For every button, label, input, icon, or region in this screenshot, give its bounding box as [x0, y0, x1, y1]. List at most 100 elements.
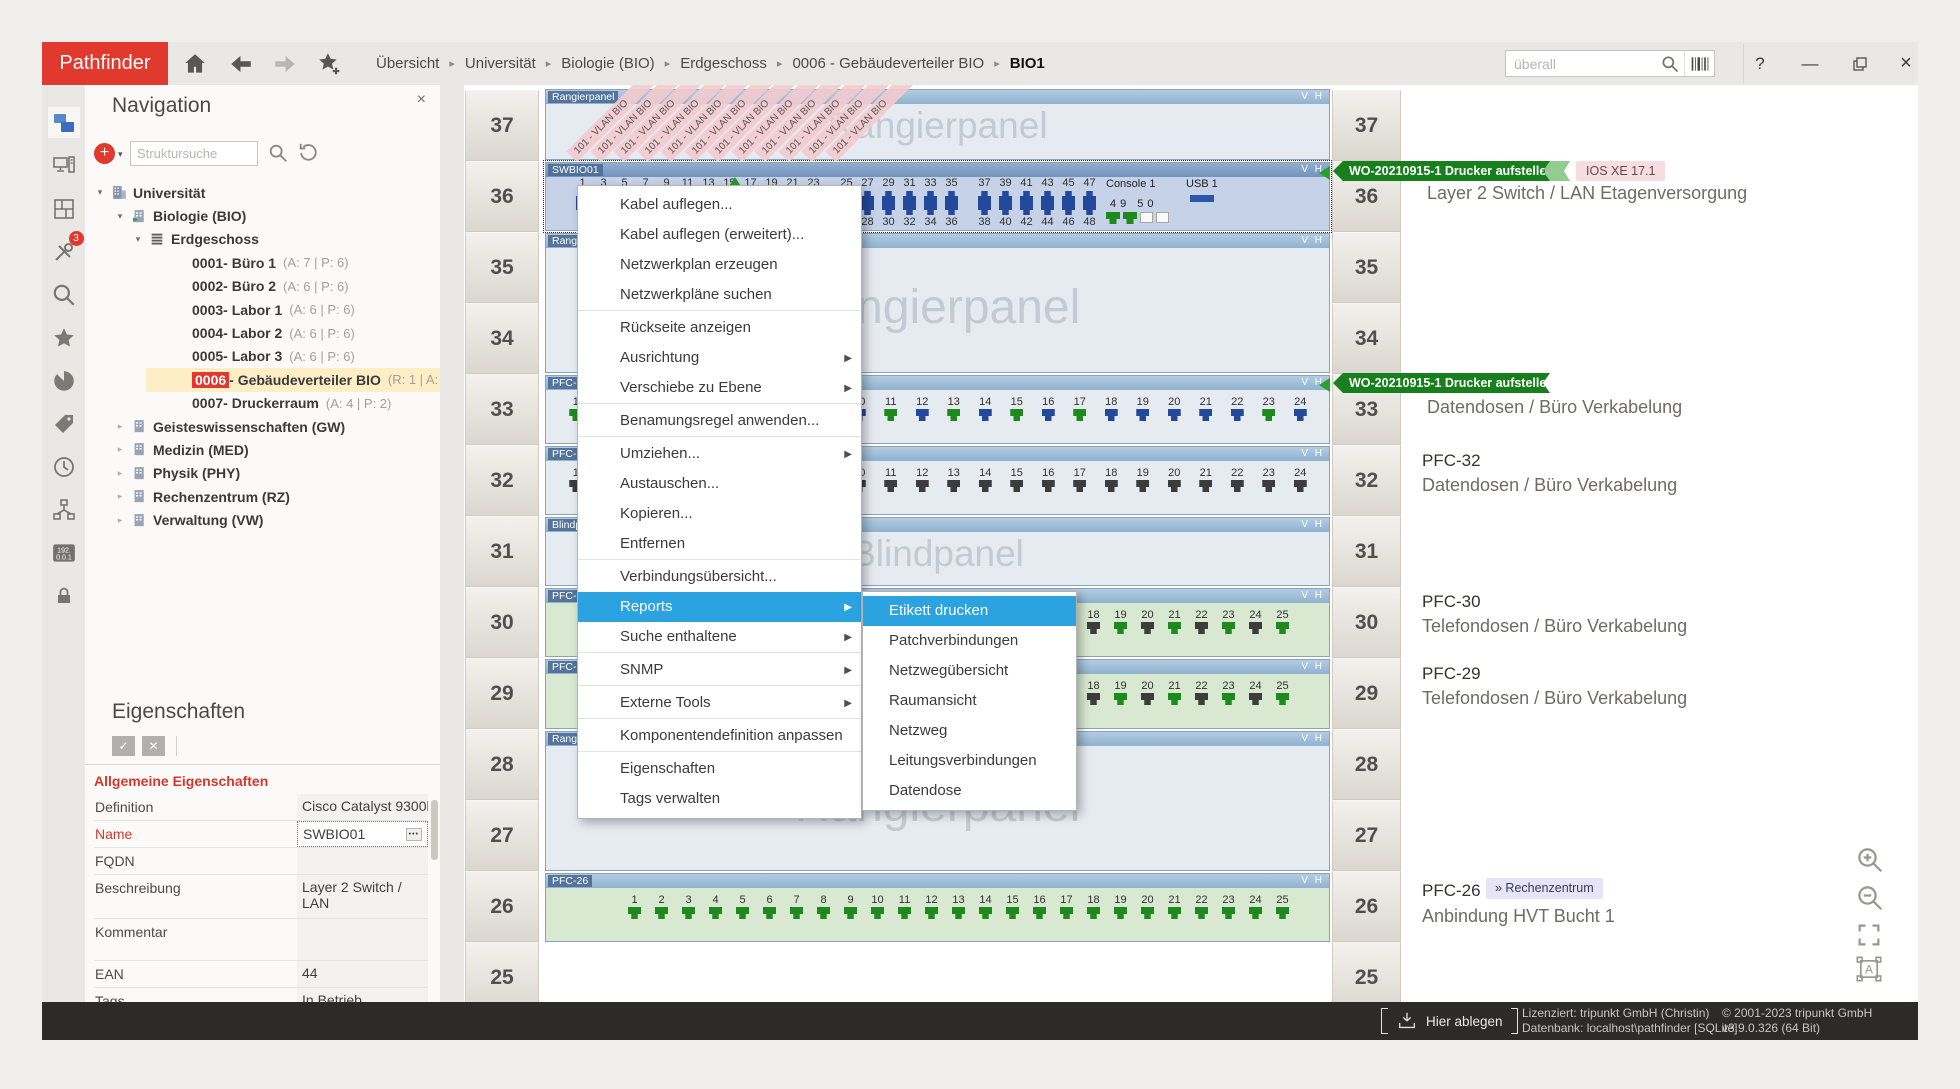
port-column[interactable]: 22 — [1188, 680, 1215, 706]
port-column[interactable]: 32 — [899, 203, 920, 229]
tree-node-room[interactable]: 0001 - Büro 1 (A: 7 | P: 6) — [85, 251, 440, 274]
breadcrumb-item[interactable]: Universität ▸ — [461, 55, 557, 72]
floorplan-module-icon[interactable] — [48, 193, 80, 224]
port-column[interactable]: 46 — [1058, 203, 1079, 229]
rj45-port-icon[interactable] — [1222, 693, 1235, 705]
tree-node-label[interactable]: Erdgeschoss — [171, 231, 259, 247]
rj45-port-icon[interactable] — [999, 191, 1012, 203]
rj45-port-icon[interactable] — [1073, 480, 1086, 492]
tree-node-faculty[interactable]: ▸ Verwaltung (VW) — [85, 508, 440, 531]
rj45-port-icon[interactable] — [1033, 907, 1046, 919]
rj45-port-icon[interactable] — [916, 409, 929, 421]
properties-scrollbar-thumb[interactable] — [431, 800, 438, 860]
room-number[interactable]: 0004 — [192, 325, 223, 341]
rj45-port-icon[interactable] — [1195, 907, 1208, 919]
menu-item-label[interactable]: SNMP — [620, 661, 663, 678]
rj45-port-icon[interactable] — [882, 203, 895, 215]
tree-node-label[interactable]: Universität — [133, 185, 205, 201]
port-column[interactable] — [962, 177, 974, 203]
port-column[interactable]: 23 — [1253, 396, 1285, 422]
rj45-port-icon[interactable] — [1249, 622, 1262, 634]
favorites-module-icon[interactable] — [48, 322, 80, 353]
property-value-text[interactable]: Layer 2 Switch / LAN — [302, 879, 402, 911]
port-column[interactable]: 45 — [1058, 177, 1079, 203]
rj45-port-icon[interactable] — [1042, 409, 1055, 421]
port-column[interactable]: 30 — [878, 203, 899, 229]
rj45-port-icon[interactable] — [999, 203, 1012, 215]
context-menu-item[interactable]: SNMP ▶ — [578, 655, 861, 686]
port-column[interactable]: 18 — [1080, 680, 1107, 706]
port-column[interactable]: 24 — [1285, 396, 1317, 422]
context-menu-item[interactable]: Verschiebe zu Ebene ▶ — [578, 373, 861, 404]
port-column[interactable]: 16 — [1033, 396, 1065, 422]
search-module-icon[interactable] — [48, 279, 80, 310]
rj45-port-icon[interactable] — [1249, 693, 1262, 705]
context-menu-item[interactable]: Austauschen... ▶ — [578, 469, 861, 499]
rj45-port-icon[interactable] — [1199, 409, 1212, 421]
port-column[interactable]: 21 — [1161, 680, 1188, 706]
port-column[interactable]: 21 — [1161, 894, 1188, 920]
rj45-port-icon[interactable] — [709, 907, 722, 919]
expander-icon[interactable]: ▸ — [115, 491, 125, 502]
rj45-port-icon[interactable] — [1087, 693, 1100, 705]
menu-item-label[interactable]: Kopieren... — [620, 505, 693, 522]
tree-node-label[interactable]: Geisteswissenschaften (GW) — [153, 419, 345, 435]
port-column[interactable]: 10 — [864, 894, 891, 920]
port-column[interactable]: 20 — [1134, 609, 1161, 635]
port-column[interactable]: 18 — [1096, 467, 1128, 493]
port-column[interactable]: 31 — [899, 177, 920, 203]
port-column[interactable]: 25 — [1269, 680, 1296, 706]
context-menu-item[interactable]: Benamungsregel anwenden... ▶ — [578, 406, 861, 437]
menu-item-label[interactable]: Patchverbindungen — [889, 632, 1018, 649]
rj45-port-icon[interactable] — [1231, 480, 1244, 492]
rj45-port-icon[interactable] — [1114, 693, 1127, 705]
context-menu-item[interactable]: Netzwerkpläne suchen ▶ — [578, 280, 861, 311]
menu-item-label[interactable]: Netzwegübersicht — [889, 662, 1008, 679]
sfp-port-icon[interactable] — [1106, 212, 1120, 224]
empty-slot[interactable] — [1156, 212, 1169, 223]
property-value[interactable]: SWBIO01••• — [297, 821, 428, 847]
rj45-port-icon[interactable] — [861, 191, 874, 203]
rj45-port-icon[interactable] — [682, 907, 695, 919]
port-column[interactable]: 22 — [1188, 609, 1215, 635]
tree-node-room[interactable]: 0007 - Druckerraum (A: 4 | P: 2) — [85, 392, 440, 415]
port-column[interactable]: 36 — [941, 203, 962, 229]
breadcrumb-label[interactable]: Übersicht — [372, 55, 443, 72]
room-name[interactable]: - Büro 2 — [223, 278, 276, 294]
tree-node-floor[interactable]: ▾ Erdgeschoss — [85, 228, 440, 251]
port-column[interactable]: 40 — [995, 203, 1016, 229]
rj45-port-icon[interactable] — [1276, 907, 1289, 919]
context-menu-item[interactable]: Eigenschaften ▶ — [578, 754, 861, 784]
rj45-port-icon[interactable] — [979, 907, 992, 919]
room-name[interactable]: - Druckerraum — [223, 395, 319, 411]
rj45-port-icon[interactable] — [844, 907, 857, 919]
rj45-port-icon[interactable] — [978, 203, 991, 215]
port-column[interactable]: 29 — [878, 177, 899, 203]
port-column[interactable]: 25 — [1269, 609, 1296, 635]
tree-node-room[interactable]: 0002 - Büro 2 (A: 6 | P: 6) — [85, 275, 440, 298]
breadcrumb-label[interactable]: Universität — [461, 55, 540, 72]
rj45-port-icon[interactable] — [736, 907, 749, 919]
port-column[interactable]: 12 — [907, 467, 939, 493]
rj45-port-icon[interactable] — [1083, 191, 1096, 203]
expander-icon[interactable]: ▸ — [115, 515, 125, 526]
tree-node-room[interactable]: 0004 - Labor 2 (A: 6 | P: 6) — [85, 321, 440, 344]
port-column[interactable]: 15 — [1001, 396, 1033, 422]
rj45-port-icon[interactable] — [1249, 907, 1262, 919]
rj45-port-icon[interactable] — [1041, 203, 1054, 215]
port-column[interactable]: 19 — [1127, 396, 1159, 422]
rj45-port-icon[interactable] — [1276, 693, 1289, 705]
rj45-port-icon[interactable] — [979, 480, 992, 492]
room-name[interactable]: - Gebäudeverteiler BIO — [229, 372, 381, 388]
submenu-item[interactable]: Etikett drucken — [863, 596, 1076, 626]
context-menu-item[interactable]: Kabel auflegen... ▶ — [578, 190, 861, 220]
port-column[interactable]: 22 — [1222, 467, 1254, 493]
port-column[interactable]: 42 — [1016, 203, 1037, 229]
tree-node-department[interactable]: ▾ Biologie (BIO) — [85, 204, 440, 227]
menu-item-label[interactable]: Netzwerkplan erzeugen — [620, 256, 778, 273]
rj45-port-icon[interactable] — [947, 480, 960, 492]
ip-address-module-icon[interactable]: 192.0.0.1 — [48, 537, 80, 568]
front-back-toggle[interactable]: V H — [1301, 661, 1324, 672]
port-column[interactable]: 24 — [1285, 467, 1317, 493]
port-column[interactable]: 11 — [875, 396, 907, 422]
